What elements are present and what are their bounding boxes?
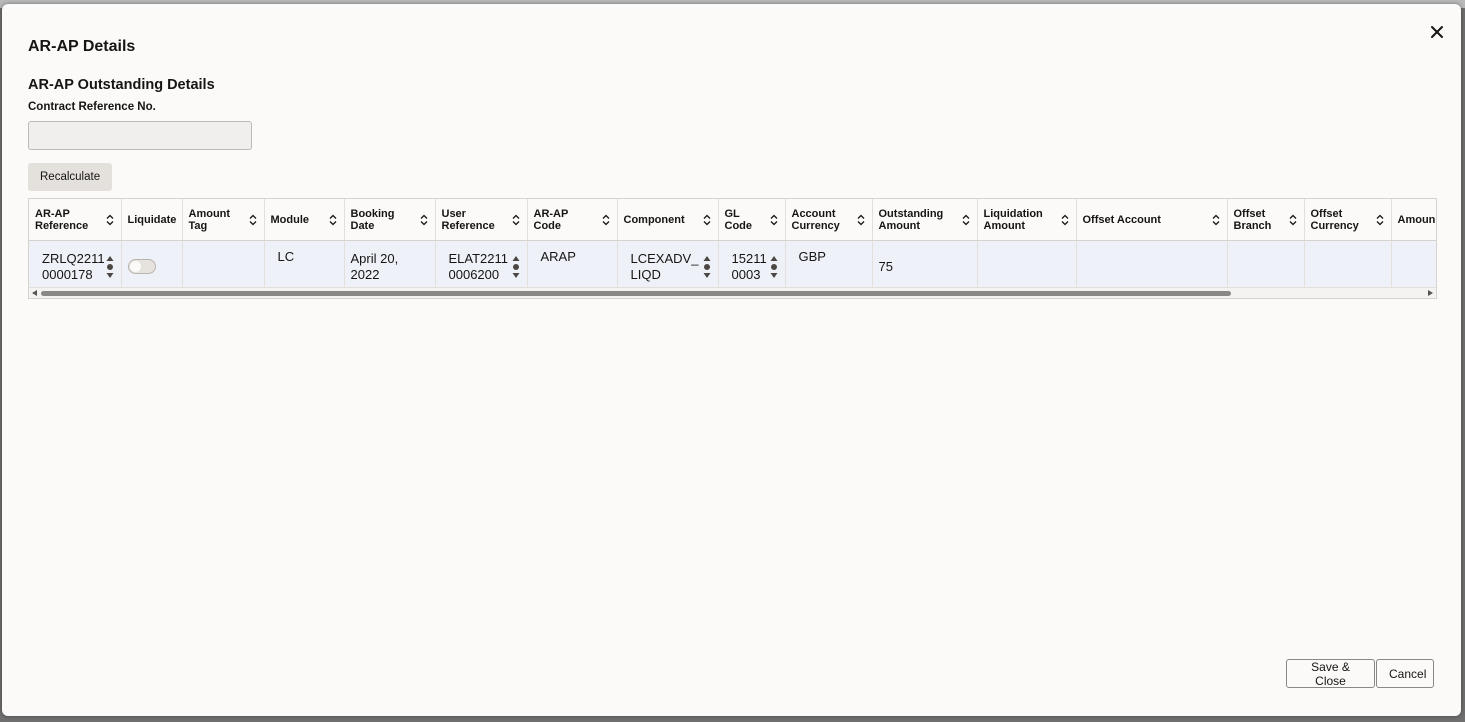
cell-module[interactable]: LC — [264, 240, 345, 292]
cell-offset-currency[interactable] — [1304, 240, 1392, 292]
sort-icon[interactable] — [961, 214, 971, 226]
table-row[interactable]: ZRLQ2211 0000178 LC April 20, 2022 ELAT22… — [29, 240, 1436, 292]
cell-liquidation-amount[interactable] — [977, 240, 1077, 292]
sort-icon[interactable] — [1211, 214, 1221, 226]
col-header-ar-ap-code[interactable]: AR-AP Code — [527, 199, 618, 241]
cell-gl-code[interactable]: 15211 0003 — [718, 240, 786, 292]
ar-ap-details-dialog: AR-AP Details AR-AP Outstanding Details … — [2, 4, 1461, 716]
scrollbar-thumb[interactable] — [41, 291, 1231, 296]
spinner-icon[interactable] — [769, 254, 779, 280]
close-icon[interactable] — [1427, 22, 1447, 42]
cancel-button[interactable]: Cancel — [1376, 659, 1434, 688]
col-header-booking-date[interactable]: Booking Date — [344, 199, 436, 241]
ar-ap-outstanding-grid: AR-AP Reference Liquidate Amount Tag Modul… — [28, 198, 1437, 299]
sort-icon[interactable] — [856, 214, 866, 226]
sort-icon[interactable] — [511, 214, 521, 226]
cell-ar-ap-reference[interactable]: ZRLQ2211 0000178 — [29, 240, 122, 292]
col-header-outstanding-amount[interactable]: Outstanding Amount — [872, 199, 978, 241]
col-header-module[interactable]: Module — [264, 199, 345, 241]
sort-icon[interactable] — [419, 214, 429, 226]
cell-offset-account[interactable] — [1076, 240, 1228, 292]
sort-icon[interactable] — [601, 214, 611, 226]
col-header-liquidation-amount[interactable]: Liquidation Amount — [977, 199, 1077, 241]
horizontal-scrollbar[interactable] — [29, 287, 1436, 298]
col-header-amount[interactable]: Amoun — [1391, 199, 1436, 241]
liquidate-toggle[interactable] — [127, 259, 156, 274]
cell-user-reference[interactable]: ELAT2211 0006200 — [435, 240, 528, 292]
sort-icon[interactable] — [1060, 214, 1070, 226]
sort-icon[interactable] — [105, 214, 115, 226]
dialog-title: AR-AP Details — [28, 38, 136, 55]
cell-liquidate[interactable] — [121, 240, 183, 292]
spinner-icon[interactable] — [105, 254, 115, 280]
grid-header-row: AR-AP Reference Liquidate Amount Tag Modul… — [29, 199, 1436, 241]
scroll-right-icon[interactable] — [1428, 290, 1433, 296]
col-header-ar-ap-reference[interactable]: AR-AP Reference — [29, 199, 122, 241]
cell-booking-date[interactable]: April 20, 2022 — [344, 240, 436, 292]
cell-account-currency[interactable]: GBP — [785, 240, 873, 292]
col-header-account-currency[interactable]: Account Currency — [785, 199, 873, 241]
section-title: AR-AP Outstanding Details — [28, 77, 215, 93]
col-header-liquidate[interactable]: Liquidate — [121, 199, 183, 241]
grid-table: AR-AP Reference Liquidate Amount Tag Modul… — [29, 199, 1436, 292]
recalculate-button[interactable]: Recalculate — [28, 163, 113, 191]
spinner-icon[interactable] — [511, 254, 521, 280]
cell-outstanding-amount[interactable]: 75 — [872, 240, 978, 292]
cell-ar-ap-code[interactable]: ARAP — [527, 240, 618, 292]
spinner-icon[interactable] — [702, 254, 712, 280]
col-header-gl-code[interactable]: GL Code — [718, 199, 786, 241]
sort-icon[interactable] — [248, 214, 258, 226]
contract-reference-label: Contract Reference No. — [28, 101, 156, 113]
cell-amount-tag[interactable] — [182, 240, 265, 292]
col-header-component[interactable]: Component — [617, 199, 719, 241]
sort-icon[interactable] — [1375, 214, 1385, 226]
cell-component[interactable]: LCEXADV_ LIQD — [617, 240, 719, 292]
col-header-offset-branch[interactable]: Offset Branch — [1227, 199, 1305, 241]
cell-offset-branch[interactable] — [1227, 240, 1305, 292]
sort-icon[interactable] — [769, 214, 779, 226]
contract-reference-input[interactable] — [28, 121, 252, 150]
sort-icon[interactable] — [702, 214, 712, 226]
save-close-button[interactable]: Save & Close — [1286, 659, 1375, 688]
col-header-amount-tag[interactable]: Amount Tag — [182, 199, 265, 241]
cell-amount[interactable] — [1391, 240, 1436, 292]
col-header-offset-currency[interactable]: Offset Currency — [1304, 199, 1392, 241]
sort-icon[interactable] — [328, 214, 338, 226]
sort-icon[interactable] — [1288, 214, 1298, 226]
scroll-left-icon[interactable] — [32, 290, 37, 296]
col-header-user-reference[interactable]: User Reference — [435, 199, 528, 241]
col-header-offset-account[interactable]: Offset Account — [1076, 199, 1228, 241]
